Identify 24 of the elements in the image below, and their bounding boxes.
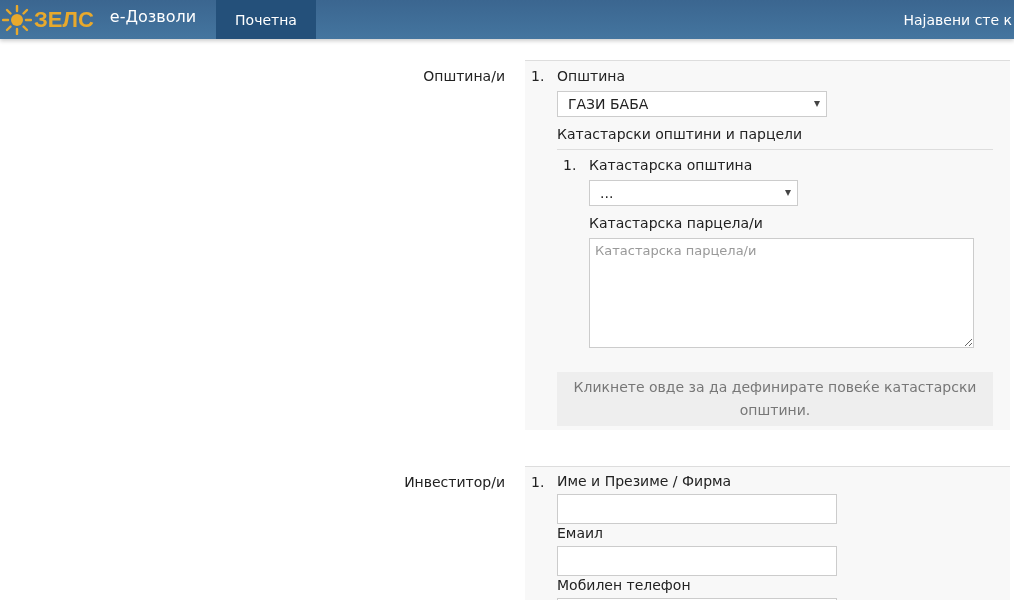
- section-label: Инвеститор/и: [403, 473, 506, 492]
- field-label: Мобилен телефон: [557, 577, 691, 593]
- input-field[interactable]: [557, 546, 837, 576]
- sun-logo-icon: [2, 4, 32, 35]
- select-field[interactable]: ...: [589, 180, 798, 206]
- field-label: Емаил: [557, 525, 604, 541]
- item-number: 1.: [531, 67, 546, 86]
- app-name[interactable]: е-Дозволи: [109, 0, 197, 39]
- field-label: Општина: [557, 67, 625, 85]
- select-field[interactable]: ГАЗИ БАБА: [557, 91, 827, 117]
- add-more-button[interactable]: Кликнете овде за да дефинирате повеќе катастарски општини.: [557, 372, 993, 426]
- field-label: Име и Презиме / Фирма: [557, 473, 732, 489]
- section-label: Општина/и: [422, 67, 506, 86]
- subsection-title: Катастарски општини и парцели: [557, 125, 993, 150]
- caret-icon: [814, 101, 820, 107]
- item-number: 1.: [563, 156, 578, 175]
- caret-icon: [785, 190, 791, 196]
- item-number: 1.: [531, 473, 546, 492]
- field-label: Катастарска општина: [589, 156, 753, 174]
- field-label: Катастарска парцела/и: [589, 214, 763, 232]
- user-status: Најавени сте к: [903, 10, 1012, 30]
- input-field[interactable]: [557, 494, 837, 524]
- textarea-field[interactable]: Катастарска парцела/и: [589, 238, 974, 348]
- nav-tab[interactable]: Почетна: [216, 0, 316, 39]
